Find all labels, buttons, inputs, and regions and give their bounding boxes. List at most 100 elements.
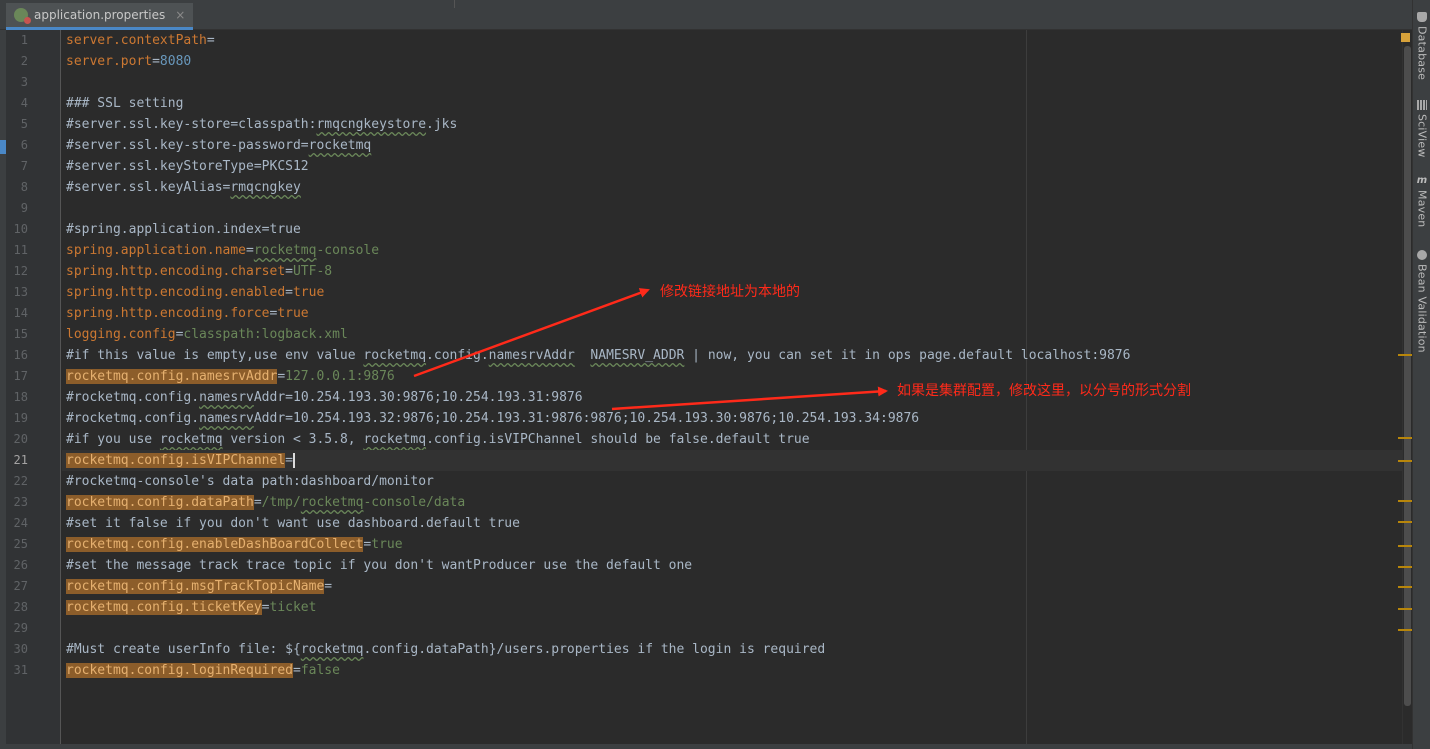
code-line[interactable]: ### SSL setting	[62, 93, 1402, 114]
code-line[interactable]: #server.ssl.key-store-password=rocketmq	[62, 135, 1402, 156]
code-line[interactable]: logging.config=classpath:logback.xml	[62, 324, 1402, 345]
code-token: rocketmq.config.dataPath	[66, 495, 254, 510]
code-line[interactable]	[62, 198, 1402, 219]
code-token: .config.dataPath}/users.properties if th…	[363, 642, 826, 657]
bottom-edge	[0, 744, 1412, 749]
code-token: rmqcngkeystore	[316, 117, 427, 132]
code-line[interactable]: spring.http.encoding.force=true	[62, 303, 1402, 324]
code-line[interactable]: #rocketmq.config.namesrvAddr=10.254.193.…	[62, 387, 1402, 408]
line-number: 24	[13, 516, 28, 530]
line-number: 12	[13, 264, 28, 278]
code-token: =	[285, 453, 293, 468]
code-token: .config.isVIPChannel should be false.def…	[426, 432, 810, 447]
tool-window-label: Database	[1415, 26, 1429, 81]
code-token: /tmp/	[261, 495, 301, 510]
code-token: =	[261, 600, 270, 615]
line-number: 14	[13, 306, 28, 320]
code-line[interactable]: #rocketmq.config.namesrvAddr=10.254.193.…	[62, 408, 1402, 429]
code-line[interactable]	[62, 618, 1402, 639]
tool-window-maven[interactable]: m Maven	[1413, 175, 1430, 228]
code-token: rocketmq	[253, 243, 317, 258]
code-line[interactable]: #Must create userInfo file: ${rocketmq.c…	[62, 639, 1402, 660]
code-line[interactable]: rocketmq.config.ticketKey=ticket	[62, 597, 1402, 618]
sciview-icon	[1417, 100, 1427, 110]
warning-stripe-marker[interactable]	[1398, 521, 1412, 523]
code-token: ticket	[269, 600, 317, 615]
code-token: rocketmq	[308, 138, 372, 153]
code-line[interactable]: rocketmq.config.dataPath=/tmp/rocketmq-c…	[62, 492, 1402, 513]
line-number: 5	[20, 117, 28, 131]
line-number: 1	[20, 33, 28, 47]
vertical-scrollbar[interactable]	[1404, 46, 1411, 706]
code-token: =	[277, 369, 286, 384]
code-token: namesrvAddr	[488, 348, 575, 363]
line-number: 3	[20, 75, 28, 89]
tool-window-label: Bean Validation	[1415, 264, 1429, 353]
code-line[interactable]: rocketmq.config.namesrvAddr=127.0.0.1:98…	[62, 366, 1402, 387]
code-editor[interactable]: server.contextPath= server.port=8080 ### S…	[62, 30, 1402, 749]
code-token: true	[292, 285, 325, 300]
warning-stripe-marker[interactable]	[1398, 500, 1412, 502]
maven-icon: m	[1416, 175, 1428, 186]
inspection-status-icon[interactable]	[1401, 33, 1410, 42]
code-token: | now, you can set it in ops page.defaul…	[684, 348, 1131, 363]
warning-stripe-marker[interactable]	[1398, 629, 1412, 631]
code-line[interactable]	[62, 72, 1402, 93]
close-icon[interactable]: ×	[175, 8, 185, 22]
code-line[interactable]: spring.http.encoding.charset=UTF-8	[62, 261, 1402, 282]
code-line[interactable]: rocketmq.config.enableDashBoardCollect=t…	[62, 534, 1402, 555]
line-number: 19	[13, 411, 28, 425]
code-line[interactable]: #if you use rocketmq version < 3.5.8, ro…	[62, 429, 1402, 450]
code-token: 8080	[159, 54, 192, 69]
code-line[interactable]: #if this value is empty,use env value ro…	[62, 345, 1402, 366]
code-line[interactable]: server.port=8080	[62, 51, 1402, 72]
code-token: ### SSL setting	[66, 96, 184, 111]
code-token: #server.ssl.key-store-password=	[66, 138, 309, 153]
tool-window-bean-validation[interactable]: Bean Validation	[1413, 250, 1430, 353]
tab-application-properties[interactable]: application.properties ×	[6, 3, 194, 30]
code-token: rocketmq	[363, 432, 427, 447]
code-line[interactable]: #server.ssl.key-store=classpath:rmqcngke…	[62, 114, 1402, 135]
warning-stripe-marker[interactable]	[1398, 437, 1412, 439]
tool-window-database[interactable]: Database	[1413, 12, 1430, 80]
line-number: 20	[13, 432, 28, 446]
line-number: 6	[20, 138, 28, 152]
warning-stripe-marker[interactable]	[1398, 586, 1412, 588]
code-line[interactable]: rocketmq.config.loginRequired=false	[62, 660, 1402, 681]
line-number: 26	[13, 558, 28, 572]
code-line[interactable]: #spring.application.index=true	[62, 219, 1402, 240]
tool-window-label: Maven	[1415, 190, 1429, 228]
warning-stripe-marker[interactable]	[1398, 608, 1412, 610]
code-line[interactable]: #server.ssl.keyStoreType=PKCS12	[62, 156, 1402, 177]
code-token: NAMESRV_ADDR	[590, 348, 685, 363]
code-token: #if this value is empty,use env value	[66, 348, 364, 363]
warning-stripe-marker[interactable]	[1398, 460, 1412, 462]
code-line[interactable]: rocketmq.config.msgTrackTopicName=	[62, 576, 1402, 597]
code-line[interactable]: #server.ssl.keyAlias=rmqcngkey	[62, 177, 1402, 198]
code-line[interactable]: spring.application.name=rocketmq-console	[62, 240, 1402, 261]
code-line[interactable]: server.contextPath=	[62, 30, 1402, 51]
code-line[interactable]: #set the message track trace topic if yo…	[62, 555, 1402, 576]
code-line[interactable]: #set it false if you don't want use dash…	[62, 513, 1402, 534]
tool-window-sciview[interactable]: SciView	[1413, 100, 1430, 158]
code-token: .config.	[426, 348, 489, 363]
line-number: 29	[13, 621, 28, 635]
code-line[interactable]: rocketmq.config.isVIPChannel=	[62, 450, 1402, 471]
code-line[interactable]: #rocketmq-console's data path:dashboard/…	[62, 471, 1402, 492]
line-number: 23	[13, 495, 28, 509]
warning-stripe-marker[interactable]	[1398, 566, 1412, 568]
code-token: rocketmq	[159, 432, 223, 447]
code-token: #server.ssl.keyAlias=	[66, 180, 231, 195]
warning-stripe-marker[interactable]	[1398, 354, 1412, 356]
database-icon	[1417, 12, 1427, 22]
spring-properties-icon	[14, 8, 31, 24]
line-number: 9	[20, 201, 28, 215]
code-token: true	[371, 537, 403, 552]
code-token: namesrv	[199, 411, 254, 426]
annotation-cluster-config: 如果是集群配置，修改这里，以分号的形式分割	[897, 383, 1191, 399]
line-number: 17	[13, 369, 28, 383]
code-token: logging.config	[66, 327, 176, 342]
code-token: #server.ssl.keyStoreType=PKCS12	[66, 159, 309, 174]
warning-stripe-marker[interactable]	[1398, 545, 1412, 547]
tool-window-label: SciView	[1415, 114, 1429, 158]
